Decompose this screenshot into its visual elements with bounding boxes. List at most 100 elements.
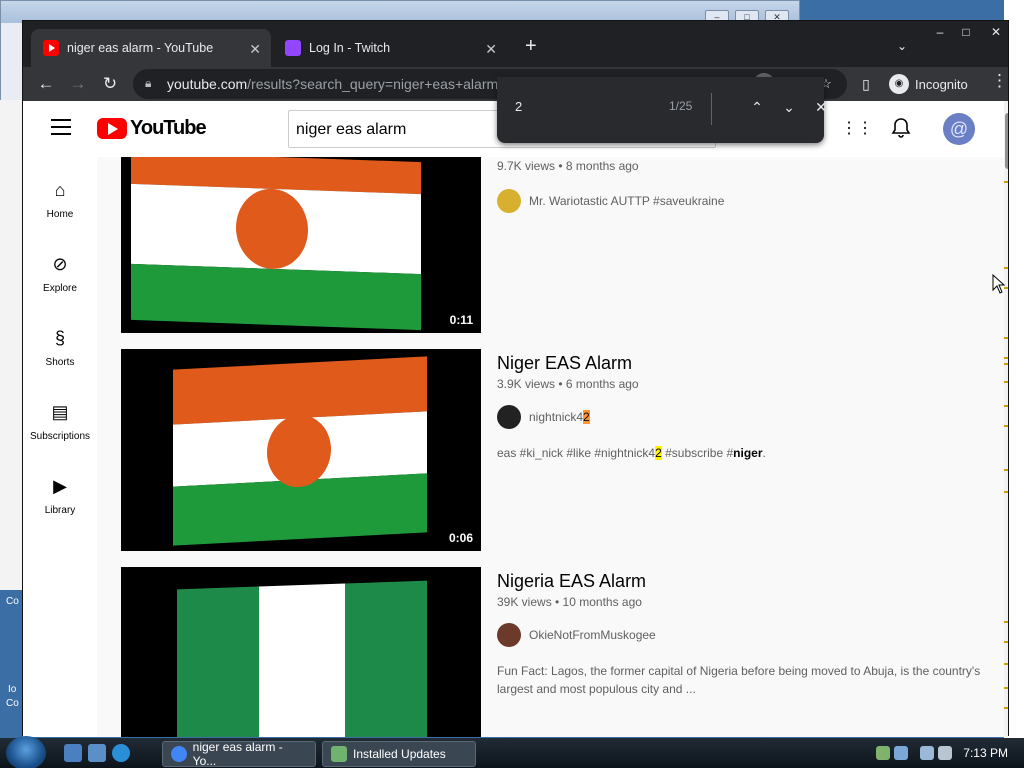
video-title[interactable]: Nigeria EAS Alarm <box>497 571 646 592</box>
forward-arrow-icon[interactable]: → <box>65 71 91 97</box>
video-duration: 0:11 <box>449 313 473 327</box>
task-label: niger eas alarm - Yo... <box>192 740 283 768</box>
new-tab-button[interactable]: + <box>525 35 537 58</box>
guide-item-explore[interactable]: ⊘ Explore <box>23 253 97 294</box>
guide-item-home[interactable]: ⌂ Home <box>23 179 97 220</box>
guide-label: Explore <box>43 283 77 294</box>
video-thumbnail[interactable]: 0:11 <box>121 157 481 333</box>
tab-youtube[interactable]: niger eas alarm - YouTube ✕ <box>31 29 271 67</box>
compass-icon: ⊘ <box>52 254 68 274</box>
internet-explorer-icon[interactable] <box>112 744 130 762</box>
tray-network-icon[interactable] <box>876 746 890 760</box>
close-tab-icon[interactable]: ✕ <box>485 41 497 58</box>
channel-link[interactable]: Mr. Wariotastic AUTTP #saveukraine <box>497 189 724 213</box>
video-description: Fun Fact: Lagos, the former capital of N… <box>497 662 987 698</box>
reload-icon[interactable]: ↻ <box>97 71 123 97</box>
logo-text: YouTube <box>130 117 207 139</box>
youtube-logo[interactable]: YouTube <box>97 117 207 140</box>
speaker-muted-icon[interactable] <box>938 746 952 760</box>
guide-label: Home <box>46 209 74 220</box>
desktop-icon-label[interactable]: Io <box>8 684 16 695</box>
desktop-icon-label[interactable]: Co <box>6 698 19 709</box>
niger-flag-image <box>173 356 427 546</box>
switch-windows-icon[interactable] <box>88 744 106 762</box>
video-thumbnail[interactable] <box>121 567 481 737</box>
library-icon: ▶ <box>53 476 67 496</box>
find-match-count: 1/25 <box>669 99 693 113</box>
find-match-marker <box>1004 363 1008 365</box>
taskbar-item-installed-updates[interactable]: Installed Updates <box>322 741 476 767</box>
find-match-marker <box>1004 181 1008 183</box>
find-match-marker <box>1004 357 1008 359</box>
taskbar-item-chrome[interactable]: niger eas alarm - Yo... <box>162 740 316 768</box>
home-icon: ⌂ <box>54 180 66 200</box>
find-match-marker <box>1004 267 1008 269</box>
video-thumbnail[interactable]: 0:06 <box>121 349 481 551</box>
show-desktop-icon[interactable] <box>64 744 82 762</box>
tab-strip: niger eas alarm - YouTube ✕ Log In - Twi… <box>23 21 1008 67</box>
find-match-marker <box>1004 621 1008 623</box>
channel-avatar <box>497 623 521 647</box>
chevron-down-icon[interactable]: ⌄ <box>779 97 799 117</box>
video-title[interactable]: Niger EAS Alarm <box>497 353 632 374</box>
hamburger-menu-icon[interactable] <box>51 119 71 135</box>
find-match-marker <box>1004 707 1008 709</box>
close-icon[interactable]: ✕ <box>811 97 831 117</box>
tab-title: Log In - Twitch <box>309 41 391 55</box>
channel-name: OkieNotFromMuskogee <box>529 628 656 642</box>
incognito-indicator[interactable]: ◉ Incognito <box>889 71 968 97</box>
twitch-icon <box>285 40 301 56</box>
more-menu-icon[interactable]: ⋮ <box>991 71 1008 91</box>
tray-network-status-icon[interactable] <box>920 746 934 760</box>
scrollbar-thumb[interactable] <box>1005 113 1008 169</box>
find-match-marker <box>1004 641 1008 643</box>
find-match-marker <box>1004 663 1008 665</box>
tab-search-chevron-icon[interactable]: ⌄ <box>897 39 907 53</box>
find-match-marker <box>1004 381 1008 383</box>
minimize-icon[interactable]: – <box>927 23 953 41</box>
chrome-icon <box>171 746 187 762</box>
description-line: largest and most populous city and ... <box>497 682 696 696</box>
bell-icon[interactable] <box>889 117 913 141</box>
nigeria-flag-image <box>177 580 427 737</box>
avatar[interactable]: @ <box>943 113 975 145</box>
find-match-marker <box>1004 687 1008 689</box>
guide-label: Subscriptions <box>29 431 91 442</box>
side-panel-icon[interactable]: ▯ <box>853 71 879 97</box>
back-arrow-icon[interactable]: ← <box>33 71 59 97</box>
find-match-marker <box>1004 425 1008 427</box>
chevron-up-icon[interactable]: ⌃ <box>747 97 767 117</box>
channel-avatar <box>497 189 521 213</box>
start-button[interactable] <box>6 736 46 768</box>
close-icon[interactable]: ✕ <box>983 23 1009 41</box>
find-match-marker <box>1004 469 1008 471</box>
video-description: eas #ki_nick #like #nightnick42 #subscri… <box>497 446 766 460</box>
apps-grid-icon[interactable]: ⋮⋮ <box>841 117 873 141</box>
youtube-play-icon <box>97 118 127 139</box>
clock[interactable]: 7:13 PM <box>963 746 1008 760</box>
find-input[interactable]: 2 <box>515 99 522 114</box>
guide-label: Library <box>44 505 76 516</box>
close-tab-icon[interactable]: ✕ <box>249 41 261 58</box>
tray-app-icon[interactable] <box>894 746 908 760</box>
search-value: niger eas alarm <box>296 121 407 138</box>
background-window-edge <box>0 100 22 600</box>
desktop-icon-label[interactable]: Co <box>6 596 19 607</box>
find-divider <box>711 93 712 125</box>
maximize-icon[interactable]: □ <box>953 23 979 41</box>
guide-item-subscriptions[interactable]: ▤ Subscriptions <box>23 401 97 442</box>
channel-avatar <box>497 405 521 429</box>
guide-item-library[interactable]: ▶ Library <box>23 475 97 516</box>
tab-title: niger eas alarm - YouTube <box>67 41 214 55</box>
tab-twitch[interactable]: Log In - Twitch ✕ <box>273 29 507 67</box>
incognito-label: Incognito <box>915 76 968 92</box>
channel-link[interactable]: nightnick42 <box>497 405 590 429</box>
video-meta: 3.9K views • 6 months ago <box>497 377 639 391</box>
video-meta: 9.7K views • 8 months ago <box>497 159 639 173</box>
taskbar: niger eas alarm - Yo... Installed Update… <box>0 736 1024 768</box>
mouse-cursor-icon <box>992 274 1006 294</box>
find-match-marker <box>1004 337 1008 339</box>
channel-link[interactable]: OkieNotFromMuskogee <box>497 623 656 647</box>
guide-item-shorts[interactable]: § Shorts <box>23 327 97 368</box>
find-match-marker <box>1004 405 1008 407</box>
